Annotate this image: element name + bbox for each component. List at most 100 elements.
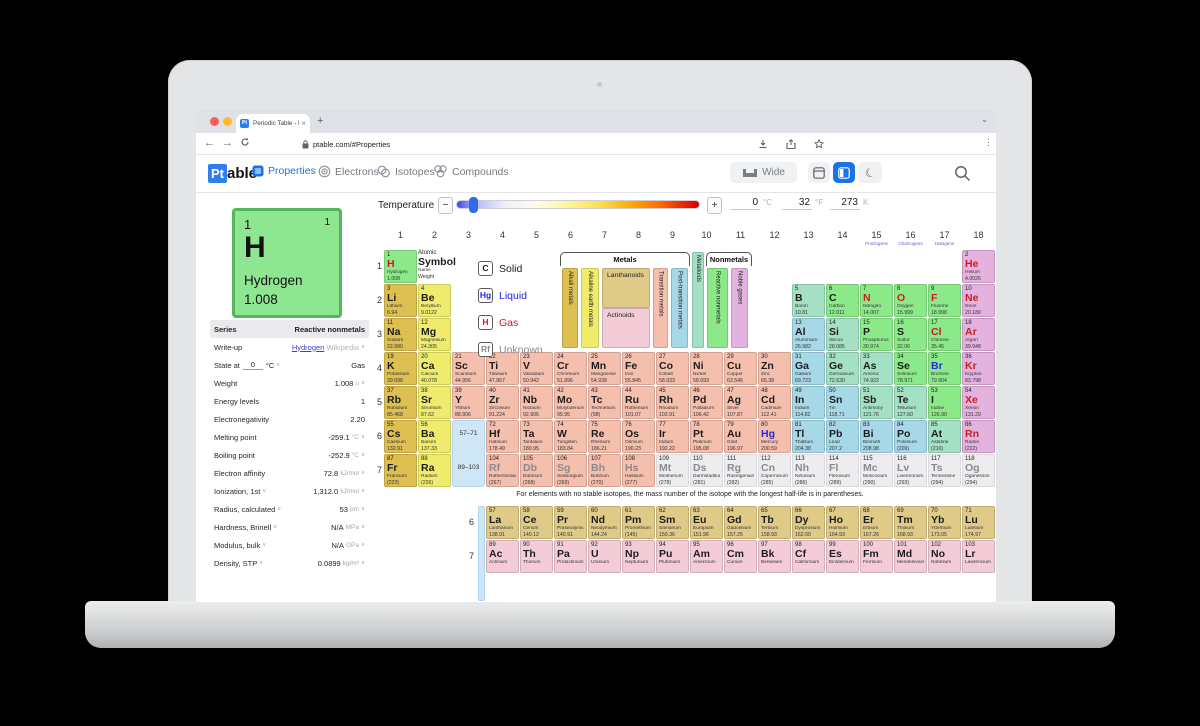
element-cell-pd[interactable]: 46PdPalladium106.42 xyxy=(690,386,723,419)
element-cell-ds[interactable]: 110DsDarmstadtium(281) xyxy=(690,454,723,487)
tab-properties[interactable]: Properties xyxy=(252,165,316,177)
fahrenheit-field[interactable]: 32 °F xyxy=(782,197,823,210)
element-cell-es[interactable]: 99EsEinsteinium xyxy=(826,540,859,573)
back-button[interactable]: ← xyxy=(204,137,215,149)
element-cell-y[interactable]: 39YYttrium88.906 xyxy=(452,386,485,419)
element-cell-ca[interactable]: 20CaCalcium40.078 xyxy=(418,352,451,385)
legend-reactive-nonmetals[interactable]: Reactive nonmetals xyxy=(707,268,728,348)
element-cell-ni[interactable]: 28NiNickel58.693 xyxy=(690,352,723,385)
legend-alkaline-earth-metals[interactable]: Alkaline earth metals xyxy=(581,268,599,348)
reload-icon[interactable] xyxy=(240,137,250,147)
element-cell-mn[interactable]: 25MnManganese54.938 xyxy=(588,352,621,385)
element-cell-os[interactable]: 76OsOsmium190.23 xyxy=(622,420,655,453)
legend-alkali-metals[interactable]: Alkali metals xyxy=(562,268,578,348)
element-cell-se[interactable]: 34SeSelenium78.971 xyxy=(894,352,927,385)
element-cell-ho[interactable]: 67HoHolmium164.93 xyxy=(826,506,859,539)
element-cell-te[interactable]: 52TeTellurium127.60 xyxy=(894,386,927,419)
element-cell-cm[interactable]: 96CmCurium xyxy=(724,540,757,573)
element-cell-pb[interactable]: 82PbLead207.2 xyxy=(826,420,859,453)
element-cell-br[interactable]: 35BrBromine79.904 xyxy=(928,352,961,385)
browser-tab[interactable]: Pt Periodic Table - Ptable × xyxy=(236,114,310,133)
element-cell-s[interactable]: 16SSulfur32.06 xyxy=(894,318,927,351)
element-cell-tl[interactable]: 81TlThallium204.38 xyxy=(792,420,825,453)
element-cell-lu[interactable]: 71LuLutetium174.97 xyxy=(962,506,995,539)
element-cell-ne[interactable]: 10NeNeon20.180 xyxy=(962,284,995,317)
element-cell-al[interactable]: 13AlAluminium26.982 xyxy=(792,318,825,351)
element-cell-pu[interactable]: 94PuPlutonium xyxy=(656,540,689,573)
element-cell-fm[interactable]: 100FmFermium xyxy=(860,540,893,573)
tab-isotopes[interactable]: Isotopes xyxy=(377,165,435,178)
element-cell-la[interactable]: 57LaLanthanum138.91 xyxy=(486,506,519,539)
search-icon[interactable] xyxy=(954,165,971,182)
element-cell-pa[interactable]: 91PaProtactinium xyxy=(554,540,587,573)
element-cell-au[interactable]: 79AuGold196.97 xyxy=(724,420,757,453)
element-cell-c[interactable]: 6CCarbon12.011 xyxy=(826,284,859,317)
element-cell-ra[interactable]: 88RaRadium(226) xyxy=(418,454,451,487)
element-cell-ga[interactable]: 31GaGallium69.723 xyxy=(792,352,825,385)
element-cell-ag[interactable]: 47AgSilver107.87 xyxy=(724,386,757,419)
element-cell-md[interactable]: 101MdMendelevium xyxy=(894,540,927,573)
element-cell-rh[interactable]: 45RhRhodium102.91 xyxy=(656,386,689,419)
element-cell-nb[interactable]: 41NbNiobium92.906 xyxy=(520,386,553,419)
element-cell-b[interactable]: 5BBoron10.81 xyxy=(792,284,825,317)
temperature-minus-button[interactable]: − xyxy=(438,197,453,214)
element-cell-er[interactable]: 68ErErbium167.26 xyxy=(860,506,893,539)
element-cell-gd[interactable]: 64GdGadolinium157.25 xyxy=(724,506,757,539)
element-cell-og[interactable]: 118OgOganesson(294) xyxy=(962,454,995,487)
tab-close-icon[interactable]: × xyxy=(301,119,306,128)
element-cell-re[interactable]: 75ReRhenium186.21 xyxy=(588,420,621,453)
element-cell-sb[interactable]: 51SbAntimony121.76 xyxy=(860,386,893,419)
element-cell-cr[interactable]: 24CrChromium51.996 xyxy=(554,352,587,385)
element-cell-mo[interactable]: 42MoMolybdenum95.95 xyxy=(554,386,587,419)
element-cell-f[interactable]: 9FFluorine18.998 xyxy=(928,284,961,317)
element-cell-i[interactable]: 53IIodine126.90 xyxy=(928,386,961,419)
element-cell-fr[interactable]: 87FrFrancium(223) xyxy=(384,454,417,487)
element-cell-mc[interactable]: 115McMoscovium(290) xyxy=(860,454,893,487)
element-cell-po[interactable]: 84PoPolonium(209) xyxy=(894,420,927,453)
tab-electrons[interactable]: Electrons xyxy=(318,165,379,178)
element-cell-yb[interactable]: 70YbYtterbium173.05 xyxy=(928,506,961,539)
element-cell-zn[interactable]: 30ZnZinc65.38 xyxy=(758,352,791,385)
element-cell-pt[interactable]: 78PtPlatinum195.08 xyxy=(690,420,723,453)
element-cell-n[interactable]: 7NNitrogen14.007 xyxy=(860,284,893,317)
element-cell-ta[interactable]: 73TaTantalum180.95 xyxy=(520,420,553,453)
layout-single-button[interactable] xyxy=(808,162,830,183)
element-cell-as[interactable]: 33AsArsenic74.922 xyxy=(860,352,893,385)
element-cell-mt[interactable]: 109MtMeitnerium(278) xyxy=(656,454,689,487)
new-tab-button[interactable]: + xyxy=(317,115,323,127)
element-cell-li[interactable]: 3LiLithium6.94 xyxy=(384,284,417,317)
element-cell-ts[interactable]: 117TsTennessine(294) xyxy=(928,454,961,487)
element-cell-at[interactable]: 85AtAstatine(210) xyxy=(928,420,961,453)
element-cell-si[interactable]: 14SiSilicon28.085 xyxy=(826,318,859,351)
temperature-plus-button[interactable]: + xyxy=(707,197,722,214)
temperature-slider-thumb[interactable] xyxy=(469,197,478,213)
element-cell-rn[interactable]: 86RnRadon(222) xyxy=(962,420,995,453)
element-cell-bh[interactable]: 107BhBohrium(270) xyxy=(588,454,621,487)
element-cell-rf[interactable]: 104RfRutherfordium(267) xyxy=(486,454,519,487)
temperature-slider[interactable] xyxy=(456,200,700,209)
element-cell-ce[interactable]: 58CeCerium140.12 xyxy=(520,506,553,539)
legend-post-transition-metals[interactable]: Post-transition metals xyxy=(671,268,688,348)
element-cell-ar[interactable]: 18ArArgon39.948 xyxy=(962,318,995,351)
wide-button[interactable]: Wide xyxy=(730,162,797,183)
browser-menu-icon[interactable]: ⋮ xyxy=(984,137,993,148)
element-cell-ba[interactable]: 56BaBarium137.33 xyxy=(418,420,451,453)
element-cell-nh[interactable]: 113NhNihonium(286) xyxy=(792,454,825,487)
element-cell-o[interactable]: 8OOxygen15.999 xyxy=(894,284,927,317)
legend-metalloids[interactable]: Metalloids xyxy=(692,252,704,348)
legend-transition-metals[interactable]: Transition metals xyxy=(653,268,668,348)
tabstrip-chevron-icon[interactable]: ⌄ xyxy=(981,115,988,124)
element-cell-dy[interactable]: 66DyDysprosium162.50 xyxy=(792,506,825,539)
forward-button[interactable]: → xyxy=(222,137,233,149)
url-text[interactable]: ptable.com/#Properties xyxy=(313,140,390,149)
element-cell-he[interactable]: 2HeHelium4.0026 xyxy=(962,250,995,283)
element-cell-hs[interactable]: 108HsHassium(277) xyxy=(622,454,655,487)
element-cell-hf[interactable]: 72HfHafnium178.49 xyxy=(486,420,519,453)
element-cell-tb[interactable]: 65TbTerbium158.93 xyxy=(758,506,791,539)
element-cell-kr[interactable]: 36KrKrypton83.798 xyxy=(962,352,995,385)
element-cell-xe[interactable]: 54XeXenon131.29 xyxy=(962,386,995,419)
element-cell-k[interactable]: 19KPotassium39.098 xyxy=(384,352,417,385)
element-cell-pr[interactable]: 59PrPraseodymium140.91 xyxy=(554,506,587,539)
element-cell-rb[interactable]: 37RbRubidium85.468 xyxy=(384,386,417,419)
element-cell-be[interactable]: 4BeBeryllium9.0122 xyxy=(418,284,451,317)
